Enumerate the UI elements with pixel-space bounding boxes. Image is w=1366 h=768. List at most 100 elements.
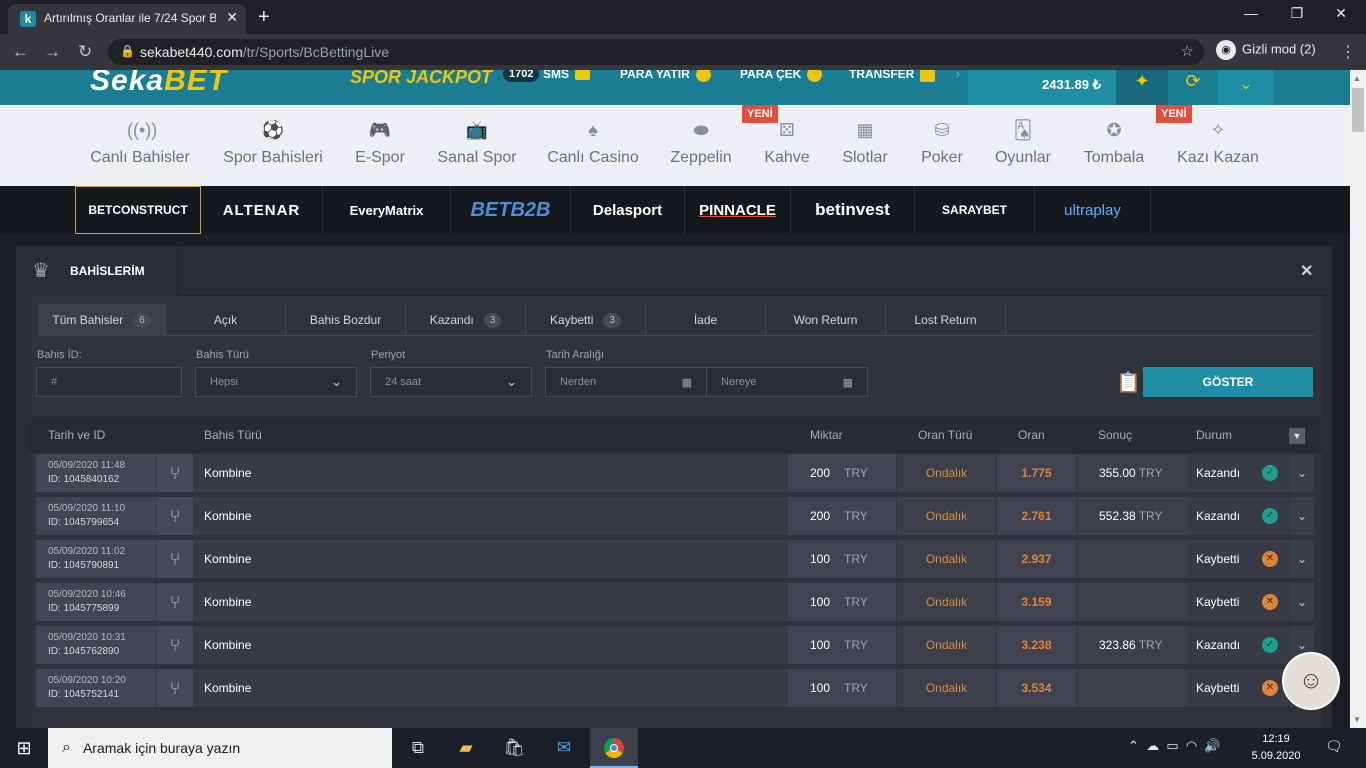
provider-everymatrix[interactable]: EveryMatrix (323, 186, 451, 234)
taskbar-search-input[interactable]: ⌕ Aramak için buraya yazın (48, 728, 392, 768)
tab-close-icon[interactable]: ✕ (226, 9, 238, 26)
notification-icon[interactable]: 🗨 (1325, 738, 1343, 755)
tab-refund[interactable]: İade (646, 304, 766, 336)
table-row[interactable]: 05/09/2020 11:48 ID: 1045840162 ⑂ Kombine… (36, 454, 1314, 492)
provider-pinnacle[interactable]: PINNACLE (685, 186, 791, 234)
combo-icon: ⑂ (157, 454, 193, 492)
tab-won-return[interactable]: Won Return (766, 304, 886, 336)
nav-item-live-casino[interactable]: ♠ Canlı Casino (542, 105, 644, 186)
forward-icon[interactable]: → (44, 42, 61, 62)
nav-item-games[interactable]: 🂡 Oyunlar (990, 105, 1056, 186)
refresh-icon[interactable]: ⟳ (1168, 70, 1218, 105)
table-row[interactable]: 05/09/2020 10:46 ID: 1045775899 ⑂ Kombine… (36, 583, 1314, 621)
scroll-down-icon[interactable]: ▼ (1353, 715, 1361, 724)
modal-title: BAHİSLERİM (70, 264, 145, 278)
support-avatar[interactable]: ☺ (1282, 652, 1340, 710)
chevron-right-icon[interactable]: › (956, 70, 960, 81)
nav-item-sports-betting[interactable]: ⚽ Spor Bahisleri (214, 105, 332, 186)
restore-icon[interactable]: ❐ (1282, 5, 1312, 22)
table-row[interactable]: 05/09/2020 10:31 ID: 1045762890 ⑂ Kombine… (36, 626, 1314, 664)
scroll-up-icon[interactable]: ▲ (1353, 74, 1361, 83)
minimize-icon[interactable]: — (1236, 5, 1266, 21)
chevron-down-icon[interactable]: ⌄ (1289, 454, 1314, 492)
date-from-input[interactable]: Nerden ▦ (545, 367, 707, 397)
provider-betconstruct[interactable]: BETCONSTRUCT (75, 186, 201, 234)
result-cell (1076, 583, 1188, 621)
combo-icon: ⑂ (157, 669, 193, 707)
tab-count: 3 (483, 312, 502, 328)
chevron-down-icon[interactable]: ⌄ (1289, 540, 1314, 578)
table-row[interactable]: 05/09/2020 11:02 ID: 1045790891 ⑂ Kombine… (36, 540, 1314, 578)
envelope-icon (575, 70, 591, 81)
clock-date: 5.09.2020 (1251, 750, 1301, 762)
nav-item-slots[interactable]: ▦ Slotlar (836, 105, 894, 186)
nav-item-poker[interactable]: ⛁ Poker (914, 105, 970, 186)
show-button[interactable]: GÖSTER (1143, 367, 1313, 397)
windows-start-icon[interactable]: ⊞ (0, 728, 48, 768)
transfer-link[interactable]: TRANSFER (849, 70, 936, 83)
table-row[interactable]: 05/09/2020 11:10 ID: 1045799654 ⑂ Kombine… (36, 497, 1314, 535)
file-explorer-icon[interactable]: ▰ (442, 728, 490, 768)
chevron-down-icon[interactable]: ⌄ (1218, 70, 1274, 105)
bet-id-input[interactable]: # (36, 367, 182, 397)
date-to-input[interactable]: Nereye ▦ (706, 367, 868, 397)
deposit-link[interactable]: PARA YATIR (620, 70, 711, 83)
table-row[interactable]: 05/09/2020 10:20 ID: 1045752141 ⑂ Kombine… (36, 669, 1314, 707)
amount-cell: 100 TRY (788, 583, 896, 621)
sms-link[interactable]: SMS (543, 70, 591, 81)
expand-all-icon[interactable]: ▼ (1289, 428, 1305, 444)
page-scrollbar[interactable] (1350, 70, 1366, 728)
reload-icon[interactable]: ↻ (78, 42, 92, 62)
bet-type-select[interactable]: Hepsi ⌄ (195, 367, 357, 397)
system-tray[interactable]: ⌃ ☁ ▭ ◠ 🔊 (1128, 738, 1221, 754)
provider-delasport[interactable]: Delasport (571, 186, 685, 234)
gift-icon[interactable]: ✦ (1116, 70, 1168, 105)
store-icon[interactable]: 🛍 (490, 728, 538, 768)
chrome-taskbar-icon[interactable] (590, 728, 638, 768)
nav-item-live-betting[interactable]: ((•)) Canlı Bahisler (84, 105, 196, 186)
new-tab-icon[interactable]: + (258, 6, 270, 29)
column-header-odds: Oran (1018, 428, 1045, 442)
tab-lost-return[interactable]: Lost Return (886, 304, 1006, 336)
tab-lost[interactable]: Kaybetti 3 (526, 304, 646, 336)
nav-item-virtual-sports[interactable]: 📺 Sanal Spor (430, 105, 524, 186)
tab-won[interactable]: Kazandı 3 (406, 304, 526, 336)
column-header-date: Tarih ve ID (48, 428, 106, 442)
mail-icon[interactable]: ✉ (540, 728, 588, 768)
taskbar-clock[interactable]: 12:19 5.09.2020 (1246, 731, 1306, 765)
nav-item-esports[interactable]: 🎮 E-Spor (344, 105, 416, 186)
tab-all-bets[interactable]: Tüm Bahisler 6 (38, 304, 166, 336)
provider-ultraplay[interactable]: ultraplay (1035, 186, 1151, 234)
provider-betinvest[interactable]: betinvest (791, 186, 915, 234)
clipboard-icon[interactable]: 📋 (1116, 370, 1141, 395)
browser-tab[interactable]: k Artırılmış Oranlar ile 7/24 Spor Ba ✕ (8, 4, 246, 34)
period-select[interactable]: 24 saat ⌄ (370, 367, 532, 397)
status-text: Kaybetti (1196, 595, 1240, 609)
nav-item-tombala[interactable]: ✪ Tombala (1078, 105, 1150, 186)
url-input[interactable]: 🔒 sekabet440.com/tr/Sports/BcBettingLive… (108, 39, 1204, 65)
dice-icon: ⚄ (779, 120, 795, 140)
scrollbar-thumb[interactable] (1352, 88, 1364, 132)
provider-saraybet[interactable]: SARAYBET (915, 186, 1035, 234)
close-window-icon[interactable]: ✕ (1326, 5, 1356, 22)
provider-altenar[interactable]: ALTENAR (201, 186, 323, 234)
bet-type: Kombine (204, 595, 252, 609)
withdraw-link[interactable]: PARA ÇEK (740, 70, 823, 83)
balance-value: 2431.89 ₺ (1042, 77, 1101, 92)
bookmark-star-icon[interactable]: ☆ (1181, 42, 1194, 60)
jackpot-banner[interactable]: SPOR JACKPOT (350, 70, 492, 88)
tab-cashout[interactable]: Bahis Bozdur (286, 304, 406, 336)
chevron-down-icon[interactable]: ⌄ (1289, 497, 1314, 535)
site-logo[interactable]: SekaBET (90, 70, 227, 98)
cross-icon: ✕ (1262, 594, 1278, 610)
tab-open[interactable]: Açık (166, 304, 286, 336)
nav-item-zeppelin[interactable]: ⬬ Zeppelin (664, 105, 738, 186)
chevron-down-icon: ⌄ (506, 374, 517, 389)
incognito-indicator[interactable]: ◉ Gizli mod (2) (1216, 40, 1316, 64)
close-icon[interactable]: ✕ (1300, 261, 1313, 281)
browser-menu-icon[interactable]: ⋮ (1340, 42, 1356, 62)
provider-betb2b[interactable]: BETB2B (451, 186, 571, 234)
task-view-icon[interactable]: ⧉ (394, 728, 442, 768)
chevron-down-icon[interactable]: ⌄ (1289, 583, 1314, 621)
back-icon[interactable]: ← (12, 42, 29, 62)
